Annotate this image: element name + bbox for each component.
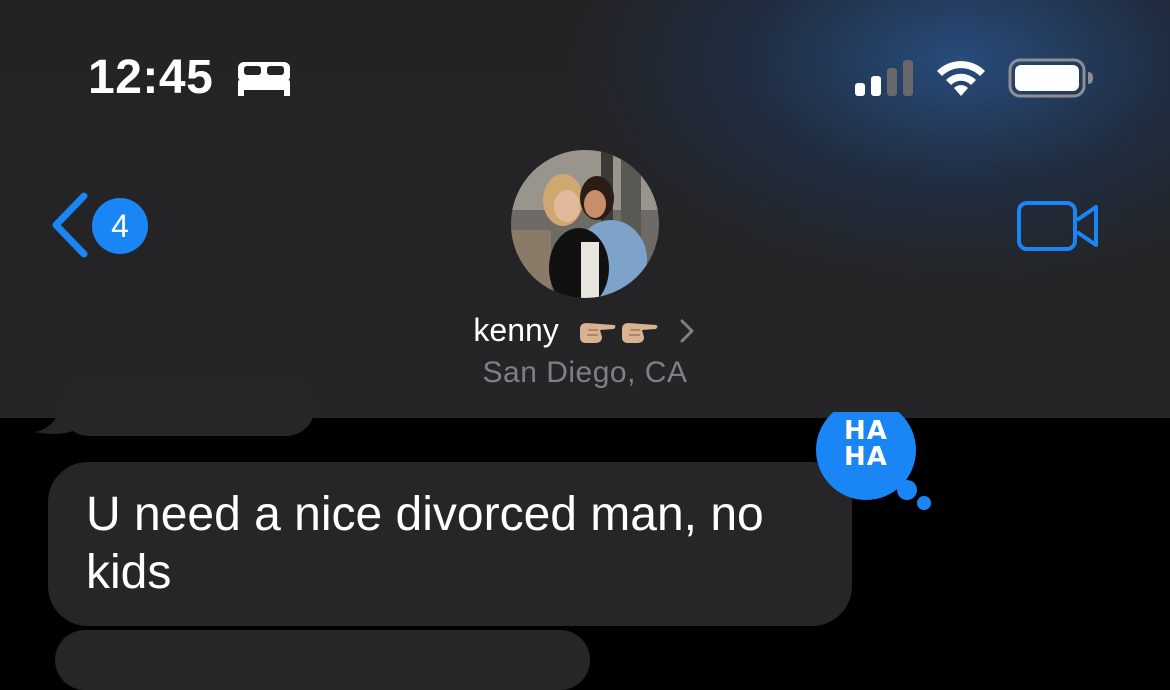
conversation-header: 12:45 4 kenny San Diego, CA bbox=[0, 0, 1170, 418]
contact-name: kenny bbox=[473, 312, 559, 349]
avatar-photo bbox=[511, 150, 659, 298]
chevron-right-icon bbox=[680, 319, 694, 343]
unread-count-badge: 4 bbox=[92, 198, 148, 254]
message-bubble-next[interactable] bbox=[55, 630, 590, 690]
haha-label-line1: HA bbox=[844, 416, 888, 446]
bed-icon bbox=[238, 62, 290, 96]
wifi-icon bbox=[937, 61, 985, 96]
haha-label: HA HA bbox=[834, 418, 898, 470]
cellular-signal-icon bbox=[855, 60, 913, 96]
pointing-right-emoji-icon bbox=[621, 322, 658, 343]
back-button[interactable]: 4 bbox=[46, 190, 156, 260]
chevron-left-icon bbox=[52, 192, 88, 258]
contact-name-row[interactable]: kenny bbox=[0, 310, 1170, 349]
message-bubble-previous[interactable] bbox=[60, 378, 315, 436]
haha-tapback[interactable]: HA HA bbox=[814, 412, 934, 512]
contact-avatar[interactable] bbox=[511, 150, 659, 298]
bubble-tail bbox=[34, 414, 80, 434]
battery-icon bbox=[1008, 58, 1093, 98]
status-time: 12:45 bbox=[88, 51, 214, 104]
video-camera-icon[interactable] bbox=[1016, 198, 1100, 254]
haha-label-line2: HA bbox=[844, 442, 888, 472]
message-bubble[interactable]: U need a nice divorced man, no kids bbox=[48, 462, 852, 626]
pointing-right-emoji-icon bbox=[579, 322, 616, 343]
